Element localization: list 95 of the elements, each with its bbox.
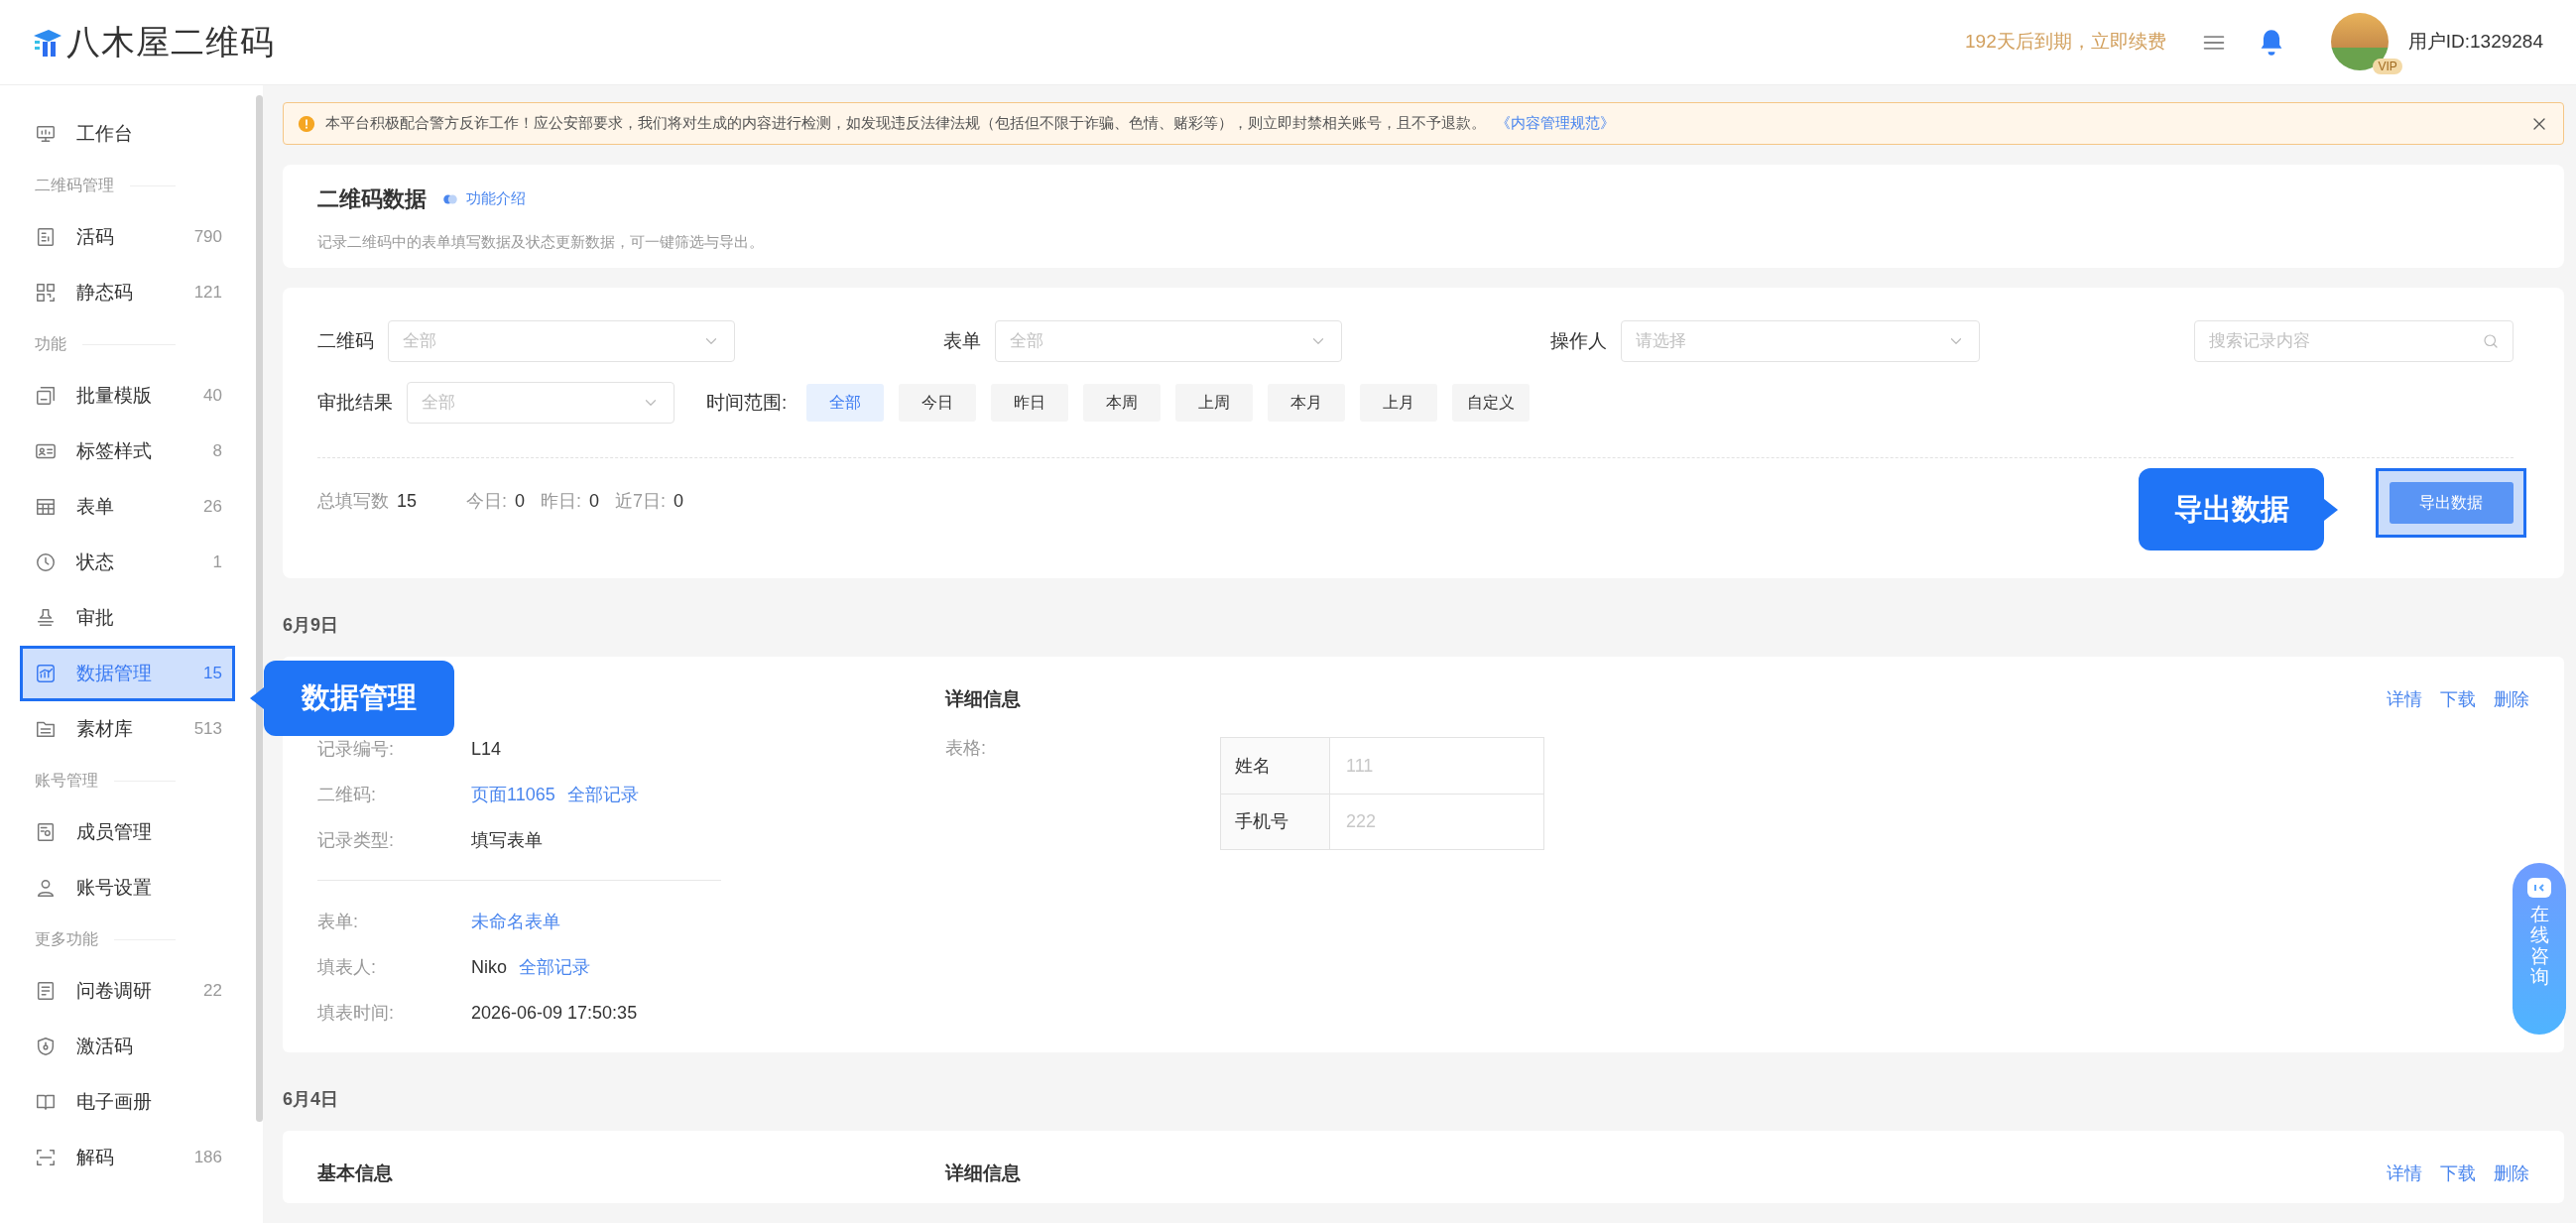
sidebar-item[interactable]: 标签样式 8 <box>0 424 255 479</box>
shield-icon <box>35 1036 57 1057</box>
warning-icon <box>298 114 315 133</box>
page-title: 二维码数据 <box>317 185 427 213</box>
action-link[interactable]: 下载 <box>2440 1160 2476 1187</box>
section-heading: 二维码管理 <box>35 176 114 195</box>
form-icon <box>35 980 57 1002</box>
page-description: 记录二维码中的表单填写数据及状态更新数据，可一键筛选与导出。 <box>317 232 765 252</box>
time-range-chip[interactable]: 今日 <box>899 384 977 422</box>
search-field[interactable]: 搜索记录内容 <box>2194 320 2514 362</box>
field-label: 表格: <box>945 737 987 760</box>
filter-label: 时间范围: <box>706 390 788 415</box>
monitor-icon <box>35 123 57 145</box>
sidebar-item[interactable]: 静态码 121 <box>0 265 255 320</box>
field-label: 记录类型: <box>317 828 395 852</box>
sidebar-item[interactable]: 成员管理 <box>0 804 255 860</box>
clock-icon <box>35 551 57 573</box>
stat-value: 0 <box>515 490 526 513</box>
section-title: 基本信息 <box>317 1161 393 1185</box>
section-heading: 功能 <box>35 334 66 354</box>
sidebar-item[interactable]: 激活码 <box>0 1019 255 1074</box>
time-range-chip[interactable]: 昨日 <box>991 384 1069 422</box>
field-label: 表单: <box>317 910 359 933</box>
table-icon <box>35 496 57 518</box>
notice-text: 本平台积极配合警方反诈工作！应公安部要求，我们将对生成的内容进行检测，如发现违反法律法规（包括但不限于诈骗、色情、赌彩等），则立即封禁相关账号，且不予退款。 <box>325 113 1486 134</box>
sidebar-item[interactable]: 活码 790 <box>0 209 255 265</box>
logo-icon <box>33 27 62 58</box>
sidebar-item[interactable]: 工作台 <box>0 106 255 162</box>
field-label: 记录编号: <box>317 737 395 761</box>
stat-label: 今日: <box>466 490 508 513</box>
field-label: 二维码: <box>317 783 377 806</box>
action-link[interactable]: 下载 <box>2440 685 2476 713</box>
user-id: 用户ID:1329284 <box>2407 30 2543 55</box>
link[interactable]: 未命名表单 <box>471 908 560 935</box>
time-range-chip[interactable]: 自定义 <box>1452 384 1531 422</box>
sidebar-item[interactable]: 问卷调研 22 <box>0 963 255 1019</box>
link[interactable]: 全部记录 <box>519 953 590 981</box>
sidebar-item[interactable]: 批量模版 40 <box>0 368 255 424</box>
sidebar-item[interactable]: 电子画册 <box>0 1074 255 1130</box>
section-heading: 账号管理 <box>35 771 98 791</box>
table-cell: 手机号 <box>1221 795 1330 849</box>
time-range-chip[interactable]: 本周 <box>1083 384 1162 422</box>
feature-intro-link[interactable]: 功能介绍 <box>440 187 526 210</box>
time-range-chip[interactable]: 上周 <box>1175 384 1254 422</box>
section-title: 详细信息 <box>945 1161 1021 1185</box>
stat-value: 0 <box>674 490 684 513</box>
stamp-icon <box>35 607 57 629</box>
stacked-pages-icon <box>35 385 57 407</box>
scrollbar[interactable] <box>256 95 263 1122</box>
vip-badge: VIP <box>2373 58 2402 74</box>
sidebar-item[interactable]: 状态 1 <box>0 535 255 590</box>
link[interactable]: 全部记录 <box>566 781 639 808</box>
sidebar-item[interactable]: 账号设置 <box>0 860 255 916</box>
filter-label: 操作人 <box>1550 328 1607 353</box>
section-title: 详细信息 <box>945 686 1021 711</box>
field-value: L14 <box>471 737 502 761</box>
field-value: Niko <box>471 955 507 979</box>
date-heading: 6月9日 <box>283 614 340 637</box>
contact-card-icon <box>35 821 57 843</box>
stat-value: 15 <box>397 490 418 513</box>
export-callout: 导出数据 <box>2139 468 2338 550</box>
stat-label: 总填写数 <box>317 490 389 513</box>
field-label: 填表时间: <box>317 1001 395 1025</box>
field-value: 填写表单 <box>471 828 543 852</box>
link[interactable]: 页面11065 <box>471 781 555 808</box>
stat-value: 0 <box>589 490 600 513</box>
table-cell: 姓名 <box>1221 738 1330 794</box>
menu-callout: 数据管理 <box>250 661 454 736</box>
stat-label: 近7日: <box>615 490 667 513</box>
chart-icon <box>35 663 57 684</box>
filter-label: 表单 <box>943 328 981 353</box>
time-range-chip[interactable]: 上月 <box>1360 384 1438 422</box>
time-range-chip[interactable]: 本月 <box>1268 384 1346 422</box>
action-link[interactable]: 删除 <box>2494 1160 2529 1187</box>
action-link[interactable]: 详情 <box>2387 685 2422 713</box>
document-icon <box>35 226 57 248</box>
filter-label: 审批结果 <box>317 390 393 415</box>
sidebar-item[interactable]: 解码 186 <box>0 1130 255 1185</box>
date-heading: 6月4日 <box>283 1088 340 1111</box>
stat-label: 昨日: <box>541 490 582 513</box>
logo-text: 八木屋二维码 <box>66 22 275 62</box>
section-heading: 更多功能 <box>35 929 98 949</box>
qr-grid-icon <box>35 282 57 304</box>
time-range-chip[interactable]: 全部 <box>806 384 885 422</box>
filter-label: 二维码 <box>317 328 374 353</box>
sidebar-item[interactable]: 表单 26 <box>0 479 255 535</box>
action-link[interactable]: 详情 <box>2387 1160 2422 1187</box>
action-link[interactable]: 删除 <box>2494 685 2529 713</box>
chat-robot-icon <box>2526 877 2552 899</box>
field-value: 2026-06-09 17:50:35 <box>471 1001 638 1025</box>
user-icon <box>35 877 57 899</box>
field-label: 填表人: <box>317 955 377 979</box>
search-icon <box>2482 332 2500 350</box>
scan-icon <box>35 1147 57 1168</box>
sidebar-item[interactable]: 审批 <box>0 590 255 646</box>
